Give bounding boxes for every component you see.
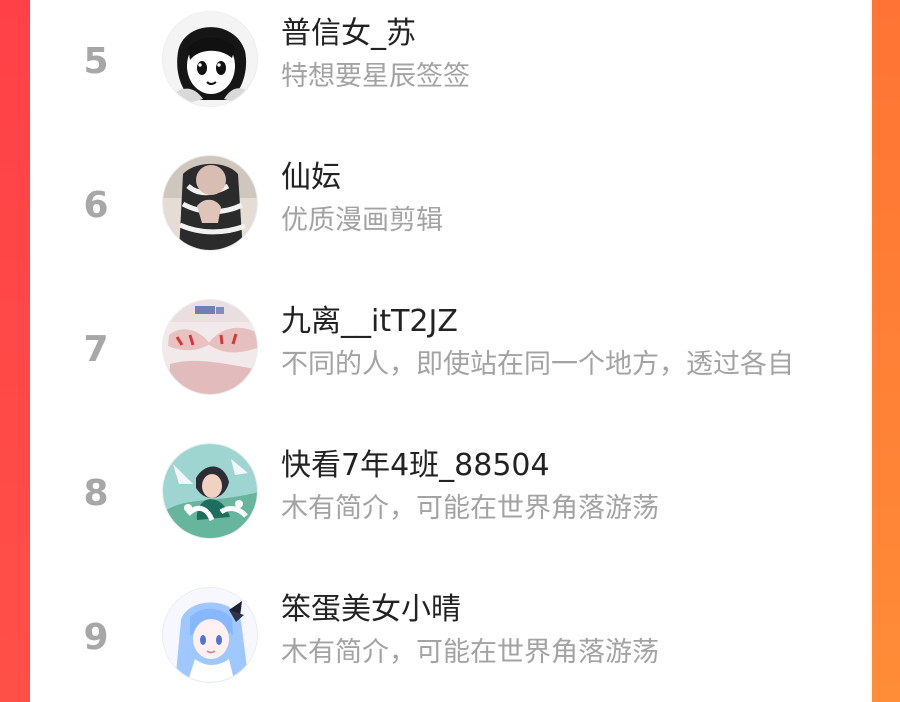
rank-number: 8	[83, 473, 109, 514]
ranking-row-8[interactable]: 8 快看7年4班_88504 木有简介，可能在世界角落游荡	[30, 432, 872, 552]
ranking-card: 5 普信女_苏 特想要星辰签签 6 仙妘 优质漫画剪辑 7 九离__itT2JZ…	[30, 0, 872, 702]
rank-number: 7	[83, 329, 109, 370]
rank-number: 5	[83, 41, 109, 82]
blue-hair-anime-icon	[163, 588, 257, 682]
photo-person-avatar[interactable]	[162, 155, 258, 251]
right-gradient-edge	[872, 0, 900, 702]
user-name: 仙妘	[281, 160, 341, 195]
user-name: 普信女_苏	[281, 16, 416, 51]
rank-number: 9	[83, 617, 109, 658]
anime-character-avatar[interactable]	[162, 443, 258, 539]
hands-photo-avatar[interactable]	[162, 299, 258, 395]
user-name: 九离__itT2JZ	[281, 304, 458, 339]
user-bio: 木有简介，可能在世界角落游荡	[281, 493, 659, 524]
user-bio: 特想要星辰签签	[281, 61, 470, 92]
ranking-row-7[interactable]: 7 九离__itT2JZ 不同的人，即使站在同一个地方，透过各自	[30, 288, 872, 408]
user-bio: 优质漫画剪辑	[281, 205, 443, 236]
hands-photo-icon	[163, 300, 257, 394]
manga-girl-icon	[163, 12, 257, 106]
ranking-row-5[interactable]: 5 普信女_苏 特想要星辰签签	[30, 0, 872, 120]
left-gradient-edge	[0, 0, 30, 702]
user-bio: 木有简介，可能在世界角落游荡	[281, 637, 659, 668]
anime-character-icon	[163, 444, 257, 538]
rank-number: 6	[83, 185, 109, 226]
manga-girl-avatar[interactable]	[162, 11, 258, 107]
ranking-row-9[interactable]: 9 笨蛋美女小晴 木有简介，可能在世界角落游荡	[30, 576, 872, 696]
ranking-row-6[interactable]: 6 仙妘 优质漫画剪辑	[30, 144, 872, 264]
person-photo-icon	[163, 156, 257, 250]
user-name: 快看7年4班_88504	[281, 448, 550, 483]
user-name: 笨蛋美女小晴	[281, 592, 461, 627]
blue-hair-anime-avatar[interactable]	[162, 587, 258, 683]
user-bio: 不同的人，即使站在同一个地方，透过各自	[281, 349, 794, 380]
